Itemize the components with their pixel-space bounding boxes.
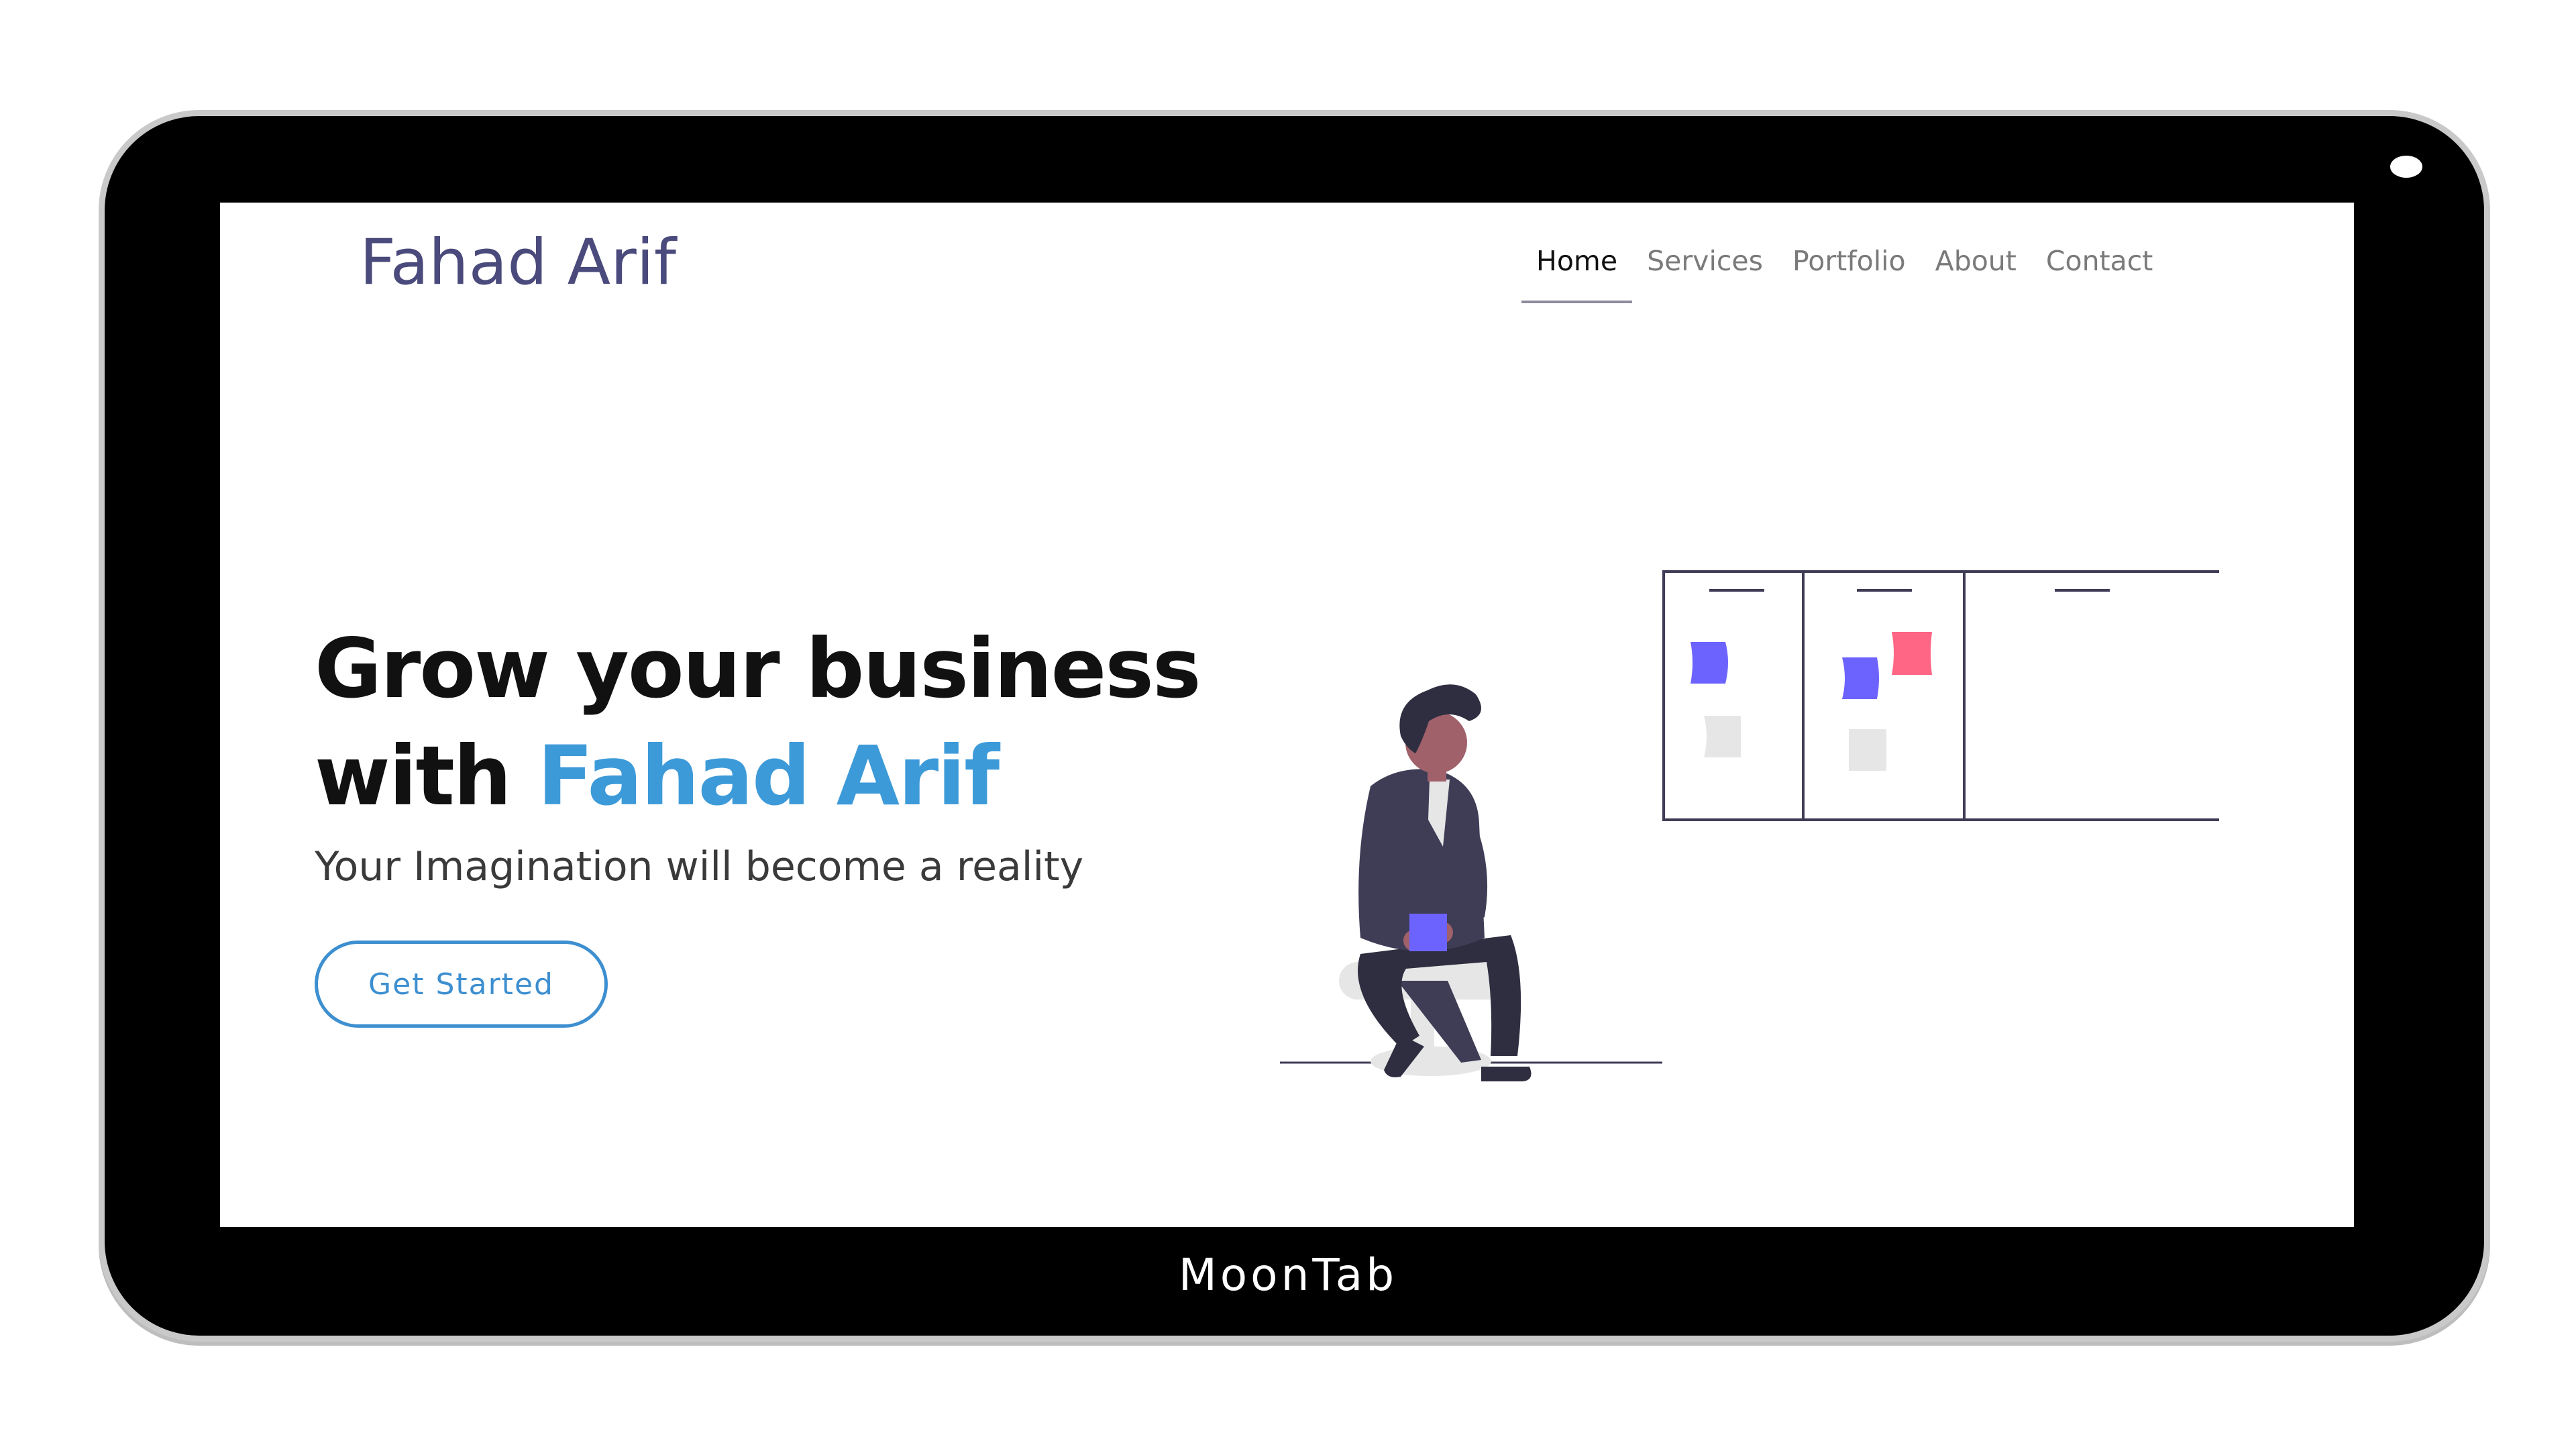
kanban-board-icon (1662, 570, 2219, 821)
main-nav: Home Services Portfolio About Contact (1521, 244, 2167, 303)
hero-subtitle: Your Imagination will become a reality (315, 843, 1084, 890)
nav-contact[interactable]: Contact (2031, 244, 2168, 303)
camera-dot (2390, 156, 2422, 178)
person-icon (1358, 684, 1532, 1081)
get-started-button[interactable]: Get Started (315, 941, 608, 1028)
nav-about[interactable]: About (1921, 244, 2031, 303)
device-brand: MoonTab (1178, 1252, 1398, 1291)
website-screen: Fahad Arif Home Services Portfolio About… (220, 203, 2354, 1227)
hero-title-prefix: with (315, 729, 538, 824)
nav-home[interactable]: Home (1521, 244, 1633, 303)
nav-services[interactable]: Services (1632, 244, 1778, 303)
hero-title-accent: Fahad Arif (537, 729, 1000, 824)
nav-portfolio[interactable]: Portfolio (1778, 244, 1921, 303)
hero-title-line1: Grow your business (315, 621, 1201, 716)
hero-title: Grow your business with Fahad Arif (315, 615, 1201, 830)
site-logo[interactable]: Fahad Arif (360, 223, 676, 303)
hero-illustration (1280, 570, 2219, 1081)
